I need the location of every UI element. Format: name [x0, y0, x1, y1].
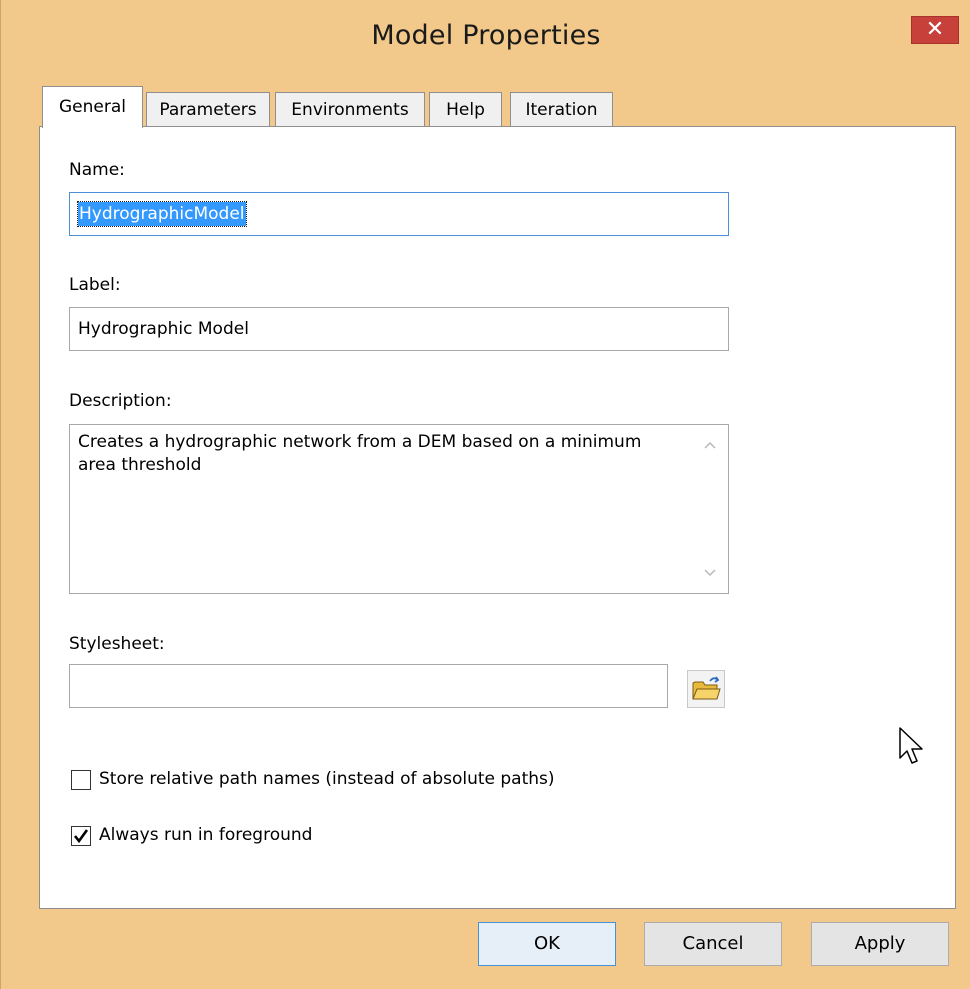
name-label: Name:: [69, 160, 125, 180]
close-icon: ✕: [925, 17, 945, 42]
tab-general[interactable]: General: [42, 86, 143, 128]
tab-label: Parameters: [159, 100, 257, 120]
browse-button[interactable]: [687, 670, 725, 708]
tab-iteration[interactable]: Iteration: [510, 92, 613, 126]
description-value: Creates a hydrographic network from a DE…: [78, 432, 642, 475]
model-properties-dialog: Model Properties ✕ General Parameters En…: [0, 0, 970, 989]
store-relative-label[interactable]: Store relative path names (instead of ab…: [99, 769, 555, 789]
label-value: Hydrographic Model: [78, 319, 249, 339]
title-bar[interactable]: Model Properties ✕: [1, 0, 970, 78]
tab-label: Iteration: [525, 100, 598, 120]
label-label: Label:: [69, 275, 121, 295]
ok-button[interactable]: OK: [478, 922, 616, 966]
checkmark-icon: [73, 829, 89, 844]
stylesheet-label: Stylesheet:: [69, 634, 165, 654]
tab-parameters[interactable]: Parameters: [146, 92, 270, 126]
tab-label: Environments: [291, 100, 409, 120]
scroll-down-icon[interactable]: [702, 565, 718, 581]
stylesheet-field[interactable]: [69, 664, 668, 708]
open-folder-icon: [692, 676, 721, 700]
cancel-button[interactable]: Cancel: [644, 922, 782, 966]
name-field[interactable]: HydrographicModel: [69, 192, 729, 236]
tab-label: Help: [446, 100, 485, 120]
store-relative-checkbox[interactable]: [71, 770, 91, 790]
tab-environments[interactable]: Environments: [275, 92, 425, 126]
tab-label: General: [59, 97, 126, 117]
mouse-cursor-icon: [899, 727, 923, 764]
description-textarea[interactable]: Creates a hydrographic network from a DE…: [69, 424, 729, 594]
close-button[interactable]: ✕: [911, 16, 959, 44]
foreground-label[interactable]: Always run in foreground: [99, 825, 312, 845]
scroll-up-icon[interactable]: [702, 437, 718, 453]
window-title: Model Properties: [371, 20, 601, 51]
name-value: HydrographicModel: [77, 201, 247, 227]
description-label: Description:: [69, 391, 172, 411]
label-field[interactable]: Hydrographic Model: [69, 307, 729, 351]
apply-button[interactable]: Apply: [811, 922, 949, 966]
tab-help[interactable]: Help: [429, 92, 502, 126]
foreground-checkbox[interactable]: [71, 826, 91, 846]
